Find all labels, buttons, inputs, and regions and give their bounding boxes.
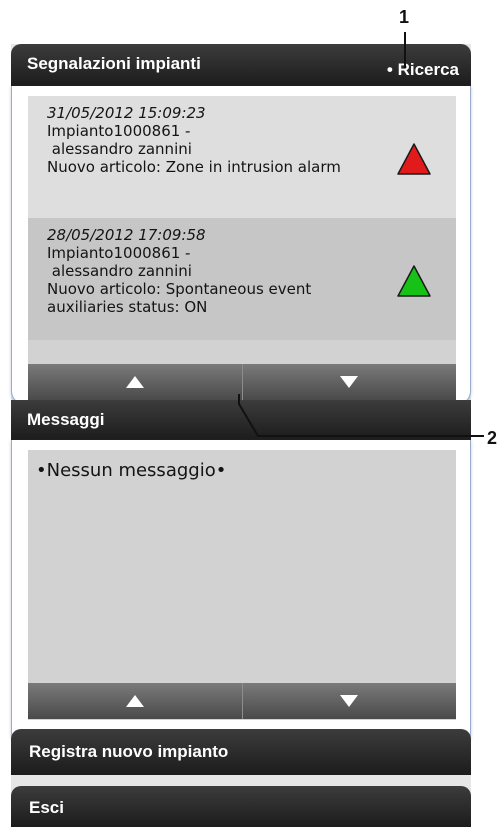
messages-scroll-down-button[interactable] bbox=[241, 683, 456, 719]
app-screen: Segnalazioni impianti • Ricerca 31/05/20… bbox=[11, 44, 471, 827]
messages-panel-body: •Nessun messaggio• bbox=[11, 440, 471, 747]
callout-2: 2 bbox=[487, 428, 498, 448]
alerts-scroll-bar bbox=[28, 364, 456, 400]
messages-panel-header: Messaggi bbox=[11, 400, 471, 440]
alerts-panel-header: Segnalazioni impianti • Ricerca bbox=[11, 44, 471, 86]
messages-list: •Nessun messaggio• bbox=[28, 450, 456, 720]
alert-plant: Impianto1000861 - alessandro zannini bbox=[47, 122, 192, 158]
alert-message: Nuovo articolo: Spontaneous event auxili… bbox=[47, 280, 312, 316]
alerts-list: 31/05/2012 15:09:23 Impianto1000861 - al… bbox=[28, 96, 456, 400]
messages-scroll-bar bbox=[28, 683, 456, 719]
callout-1: 1 bbox=[399, 7, 410, 27]
search-link[interactable]: • Ricerca bbox=[387, 60, 459, 80]
messages-panel-title: Messaggi bbox=[27, 410, 105, 429]
alerts-scroll-down-button[interactable] bbox=[241, 364, 456, 400]
alerts-scroll-up-button[interactable] bbox=[28, 364, 242, 400]
alert-date: 28/05/2012 17:09:58 bbox=[47, 226, 206, 244]
register-plant-label: Registra nuovo impianto bbox=[29, 742, 229, 761]
register-plant-button[interactable]: Registra nuovo impianto bbox=[11, 729, 471, 775]
messages-scroll-up-button[interactable] bbox=[28, 683, 242, 719]
exit-button[interactable]: Esci bbox=[11, 786, 471, 827]
alert-item[interactable]: 28/05/2012 17:09:58 Impianto1000861 - al… bbox=[28, 218, 456, 340]
arrow-up-icon bbox=[125, 695, 144, 707]
red-triangle-icon bbox=[397, 143, 431, 175]
no-messages-text: •Nessun messaggio• bbox=[36, 460, 227, 481]
alert-date: 31/05/2012 15:09:23 bbox=[47, 104, 206, 122]
arrow-down-icon bbox=[340, 376, 359, 388]
alerts-panel-body: 31/05/2012 15:09:23 Impianto1000861 - al… bbox=[11, 86, 471, 405]
alert-plant: Impianto1000861 - alessandro zannini bbox=[47, 244, 192, 280]
alert-item[interactable]: 31/05/2012 15:09:23 Impianto1000861 - al… bbox=[28, 96, 456, 218]
arrow-up-icon bbox=[125, 376, 144, 388]
green-triangle-icon bbox=[397, 265, 431, 297]
arrow-down-icon bbox=[340, 695, 359, 707]
alert-message: Nuovo articolo: Zone in intrusion alarm bbox=[47, 158, 341, 176]
alerts-panel-title: Segnalazioni impianti bbox=[27, 54, 201, 73]
exit-label: Esci bbox=[29, 798, 64, 817]
